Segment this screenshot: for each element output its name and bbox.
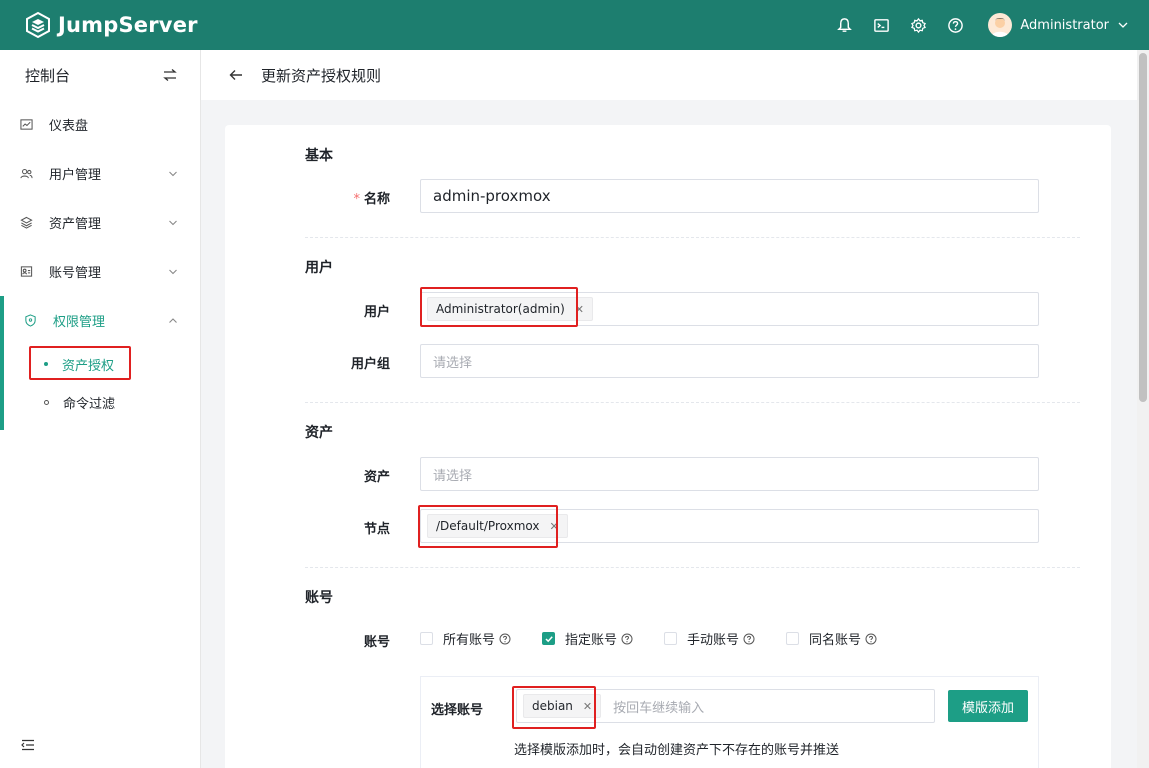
terminal-icon[interactable] [872, 16, 890, 34]
chevron-down-icon [169, 269, 177, 274]
sidebar-item-users[interactable]: 用户管理 [0, 149, 200, 198]
sidebar-item-label: 仪表盘 [49, 119, 89, 134]
account-label: 账号 [363, 635, 390, 650]
help-icon[interactable] [621, 633, 633, 645]
checkbox-checked[interactable] [542, 632, 556, 645]
sidebar: 控制台 仪表盘 用户管理 资产管理 账号管理 权限管理 资产授权 命令过滤 [0, 50, 201, 768]
sidebar-header: 控制台 [0, 50, 200, 100]
template-add-button[interactable]: 模版添加 [948, 690, 1028, 722]
usergroup-label: 用户组 [350, 357, 390, 372]
account-hint: 选择模版添加时，会自动创建资产下不存在的账号并推送 [514, 743, 840, 758]
gear-icon[interactable] [909, 16, 927, 34]
sidebar-item-label: 用户管理 [49, 168, 102, 183]
account-icon [20, 265, 34, 279]
sidebar-item-assets[interactable]: 资产管理 [0, 198, 200, 247]
name-input[interactable]: admin-proxmox [420, 179, 1039, 213]
layers-icon [20, 216, 34, 230]
jumpserver-logo-icon [26, 11, 50, 39]
asset-select[interactable]: 请选择 [420, 457, 1039, 491]
highlight-box [29, 346, 131, 380]
checkbox[interactable] [664, 632, 678, 645]
collapse-sidebar-icon[interactable] [20, 737, 36, 753]
highlight-box [418, 505, 558, 548]
help-icon[interactable] [865, 633, 877, 645]
section-title-account: 账号 [305, 590, 333, 606]
chevron-down-icon [169, 171, 177, 176]
shield-icon [24, 314, 38, 328]
sidebar-item-label: 权限管理 [53, 315, 106, 330]
sidebar-subitem-command-filter[interactable]: 命令过滤 [0, 383, 200, 421]
highlight-box [512, 686, 596, 729]
users-icon [20, 167, 34, 181]
checkbox-manual-accounts[interactable]: 手动账号 [664, 629, 755, 648]
select-account-label: 选择账号 [431, 703, 484, 718]
required-marker: * [353, 192, 360, 207]
scrollbar[interactable] [1137, 50, 1149, 768]
page-header: 更新资产授权规则 [201, 50, 1137, 100]
help-icon[interactable] [499, 633, 511, 645]
chevron-up-icon [169, 317, 177, 323]
section-title-user: 用户 [305, 260, 333, 276]
bullet-icon [44, 399, 49, 405]
asset-label: 资产 [363, 470, 390, 485]
usergroup-select[interactable]: 请选择 [420, 344, 1039, 378]
divider [305, 402, 1080, 403]
avatar [988, 13, 1013, 37]
logo[interactable]: JumpServer [24, 11, 198, 39]
checkbox-all-accounts[interactable]: 所有账号 [420, 629, 511, 648]
node-label: 节点 [363, 522, 390, 537]
account-input-placeholder: 按回车继续输入 [613, 700, 705, 716]
sidebar-item-label: 账号管理 [49, 266, 102, 281]
sidebar-item-label: 资产管理 [49, 217, 102, 232]
page-title: 更新资产授权规则 [261, 66, 382, 85]
checkbox[interactable] [786, 632, 800, 645]
switch-icon[interactable] [162, 67, 178, 83]
divider [305, 567, 1080, 568]
user-label: 用户 [363, 305, 390, 320]
form-card: 基本 * 名称 admin-proxmox 用户 用户 Administrator… [225, 125, 1111, 768]
checkbox-same-name-accounts[interactable]: 同名账号 [786, 629, 877, 648]
top-bar: JumpServer Administrator [0, 0, 1149, 50]
chevron-down-icon [169, 220, 177, 225]
user-menu[interactable]: Administrator [988, 13, 1129, 37]
help-icon[interactable] [946, 16, 964, 34]
brand-name: JumpServer [58, 13, 198, 37]
chevron-down-icon [1118, 22, 1128, 28]
user-name: Administrator [1020, 17, 1109, 33]
checkbox[interactable] [420, 632, 433, 645]
account-options: 所有账号 指定账号 手动账号 同名账号 [420, 629, 908, 648]
section-title-asset: 资产 [305, 425, 333, 441]
divider [305, 237, 1080, 238]
sidebar-subitem-label: 命令过滤 [63, 396, 116, 412]
dashboard-icon [20, 118, 34, 132]
sidebar-item-dashboard[interactable]: 仪表盘 [0, 100, 200, 149]
scrollbar-thumb[interactable] [1139, 53, 1147, 402]
active-section-indicator [0, 296, 4, 430]
name-label: * 名称 [353, 192, 390, 207]
section-title-basic: 基本 [305, 148, 333, 164]
highlight-box [420, 287, 578, 327]
sidebar-title: 控制台 [25, 66, 71, 85]
help-icon[interactable] [743, 633, 755, 645]
bell-icon[interactable] [835, 16, 853, 34]
sidebar-item-permissions[interactable]: 权限管理 [0, 296, 200, 345]
sidebar-item-accounts[interactable]: 账号管理 [0, 247, 200, 296]
back-arrow-icon[interactable] [228, 67, 244, 83]
checkbox-specified-accounts[interactable]: 指定账号 [542, 629, 633, 648]
